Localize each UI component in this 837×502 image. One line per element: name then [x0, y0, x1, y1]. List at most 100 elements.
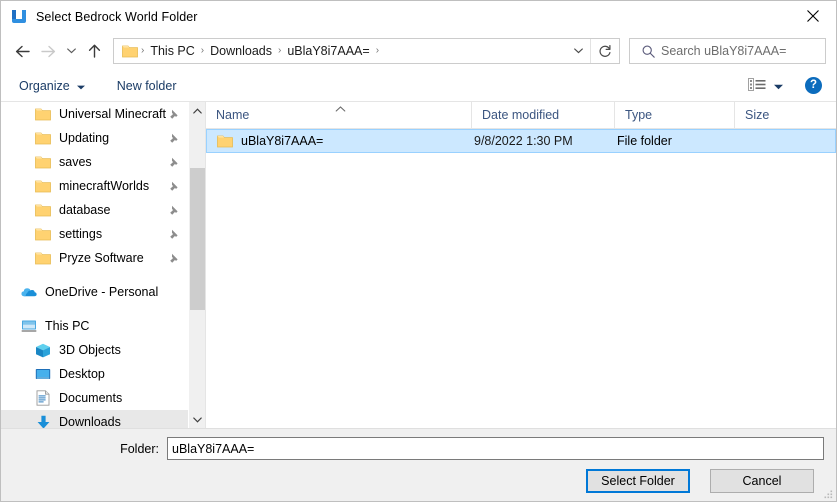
sidebar-item-label: Pryze Software	[59, 251, 144, 265]
pin-icon[interactable]	[169, 229, 180, 240]
folder-icon	[35, 130, 51, 146]
scrollbar-thumb[interactable]	[190, 168, 205, 310]
sidebar-item-label: This PC	[45, 319, 90, 333]
view-layout-icon	[748, 77, 766, 94]
search-input[interactable]: Search uBlaY8i7AAA=	[661, 44, 786, 58]
sidebar-item-universal-minecraft-tool[interactable]: Universal Minecraft Too	[1, 102, 188, 126]
dialog-body: Universal Minecraft Too Updating	[1, 102, 836, 428]
column-header-size[interactable]: Size	[735, 102, 836, 128]
sidebar-item-documents[interactable]: Documents	[1, 386, 188, 410]
folder-input[interactable]: uBlaY8i7AAA=	[167, 437, 824, 460]
breadcrumb-item-current[interactable]: uBlaY8i7AAA=	[282, 44, 374, 58]
breadcrumb-item-downloads[interactable]: Downloads	[205, 44, 277, 58]
help-label: ?	[809, 78, 818, 91]
sidebar-item-label: 3D Objects	[59, 343, 121, 357]
folder-icon	[217, 134, 233, 148]
cube-icon	[35, 342, 51, 358]
navigation-bar: › This PC › Downloads › uBlaY8i7AAA= › S…	[1, 32, 836, 70]
navigation-pane: Universal Minecraft Too Updating	[1, 102, 205, 428]
chevron-down-icon	[573, 48, 583, 54]
up-arrow-icon	[88, 44, 100, 58]
file-name: uBlaY8i7AAA=	[241, 134, 324, 148]
sidebar-item-label: OneDrive - Personal	[45, 285, 159, 299]
sidebar-item-database[interactable]: database	[1, 198, 188, 222]
sidebar-item-this-pc[interactable]: This PC	[1, 314, 188, 338]
sidebar-item-label: saves	[59, 155, 92, 169]
pin-icon[interactable]	[169, 157, 180, 168]
close-button[interactable]	[790, 1, 836, 31]
folder-icon	[35, 226, 51, 242]
navigation-pane-content: Universal Minecraft Too Updating	[1, 102, 188, 428]
pin-icon[interactable]	[169, 181, 180, 192]
back-button[interactable]	[9, 38, 35, 64]
file-picker-dialog: Select Bedrock World Folder › This PC › …	[0, 0, 837, 502]
search-box[interactable]: Search uBlaY8i7AAA=	[629, 38, 826, 64]
file-type-cell: File folder	[617, 134, 672, 148]
folder-icon	[35, 106, 51, 122]
folder-row: Folder: uBlaY8i7AAA=	[1, 429, 836, 460]
navigation-pane-scrollbar[interactable]	[188, 102, 205, 428]
pin-icon[interactable]	[169, 205, 180, 216]
sidebar-item-saves[interactable]: saves	[1, 150, 188, 174]
sidebar-item-minecraftworlds[interactable]: minecraftWorlds	[1, 174, 188, 198]
recent-locations-button[interactable]	[61, 38, 81, 64]
file-name-cell: uBlaY8i7AAA=	[207, 134, 472, 148]
resize-grip[interactable]	[823, 488, 833, 499]
refresh-button[interactable]	[591, 39, 619, 63]
folder-icon	[35, 202, 51, 218]
sidebar-item-onedrive[interactable]: OneDrive - Personal	[1, 280, 188, 304]
folder-icon	[35, 250, 51, 266]
sidebar-item-pryze-software[interactable]: Pryze Software	[1, 246, 188, 270]
sidebar-item-desktop[interactable]: Desktop	[1, 362, 188, 386]
sidebar-item-label: Desktop	[59, 367, 105, 381]
folder-icon	[35, 178, 51, 194]
sidebar-item-label: settings	[59, 227, 103, 241]
help-button[interactable]: ?	[805, 77, 822, 94]
column-header-date-modified[interactable]: Date modified	[472, 102, 615, 128]
column-header-label: Name	[216, 108, 250, 122]
button-row: Select Folder Cancel	[1, 460, 836, 493]
command-bar: Organize New folder ?	[1, 70, 836, 102]
sidebar-item-updating[interactable]: Updating	[1, 126, 188, 150]
sidebar-item-settings[interactable]: settings	[1, 222, 188, 246]
back-arrow-icon	[15, 45, 30, 57]
organize-button[interactable]: Organize	[13, 76, 91, 96]
column-headers: Name Date modified Type Size	[206, 102, 836, 129]
new-folder-button[interactable]: New folder	[111, 76, 183, 96]
up-button[interactable]	[81, 38, 107, 64]
sidebar-item-3d-objects[interactable]: 3D Objects	[1, 338, 188, 362]
pin-icon[interactable]	[169, 109, 180, 120]
pin-icon[interactable]	[169, 253, 180, 264]
scroll-up-button[interactable]	[189, 102, 205, 119]
table-row[interactable]: uBlaY8i7AAA= 9/8/2022 1:30 PM File folde…	[206, 129, 836, 153]
select-folder-button[interactable]: Select Folder	[586, 469, 690, 493]
sidebar-item-label: database	[59, 203, 111, 217]
file-list-pane: Name Date modified Type Size uBlaY8i7AAA…	[206, 102, 836, 428]
column-header-type[interactable]: Type	[615, 102, 735, 128]
title-bar: Select Bedrock World Folder	[1, 1, 836, 32]
file-date-cell: 9/8/2022 1:30 PM	[474, 134, 573, 148]
breadcrumb-item-this-pc[interactable]: This PC	[145, 44, 199, 58]
sidebar-item-label: minecraftWorlds	[59, 179, 150, 193]
sidebar-item-downloads[interactable]: Downloads	[1, 410, 188, 428]
folder-field-label: Folder:	[120, 441, 159, 456]
address-bar[interactable]: › This PC › Downloads › uBlaY8i7AAA= ›	[113, 38, 620, 64]
column-header-name[interactable]: Name	[206, 102, 472, 128]
organize-label: Organize	[19, 78, 70, 93]
cancel-button[interactable]: Cancel	[710, 469, 814, 493]
chevron-down-icon	[76, 79, 85, 93]
refresh-icon	[599, 44, 611, 57]
monitor-icon	[21, 318, 37, 334]
address-dropdown-button[interactable]	[566, 39, 590, 63]
search-icon	[642, 45, 655, 58]
scroll-down-button[interactable]	[189, 411, 205, 428]
document-icon	[35, 390, 51, 406]
change-view-button[interactable]	[743, 75, 788, 97]
sort-ascending-icon	[335, 102, 346, 116]
folder-icon	[122, 44, 138, 58]
forward-button[interactable]	[35, 38, 61, 64]
breadcrumb-separator: ›	[375, 45, 380, 56]
pin-icon[interactable]	[169, 133, 180, 144]
